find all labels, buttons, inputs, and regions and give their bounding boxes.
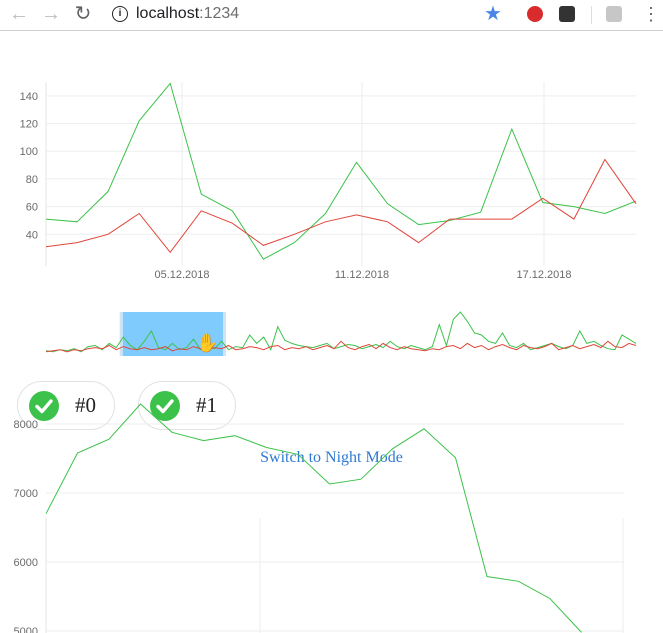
second-chart-grid: [45, 423, 624, 633]
y-tick-label: 6000: [14, 557, 38, 569]
second-chart: 5000 6000 7000 8000: [14, 403, 624, 633]
second-chart-series: [45, 403, 582, 633]
y-tick-label: 5000: [14, 626, 38, 633]
series-line-0: [45, 403, 582, 633]
y-tick-label: 7000: [14, 488, 38, 500]
y-tick-label: 8000: [14, 419, 38, 431]
second-chart-y-axis: 5000 6000 7000 8000: [14, 419, 38, 633]
